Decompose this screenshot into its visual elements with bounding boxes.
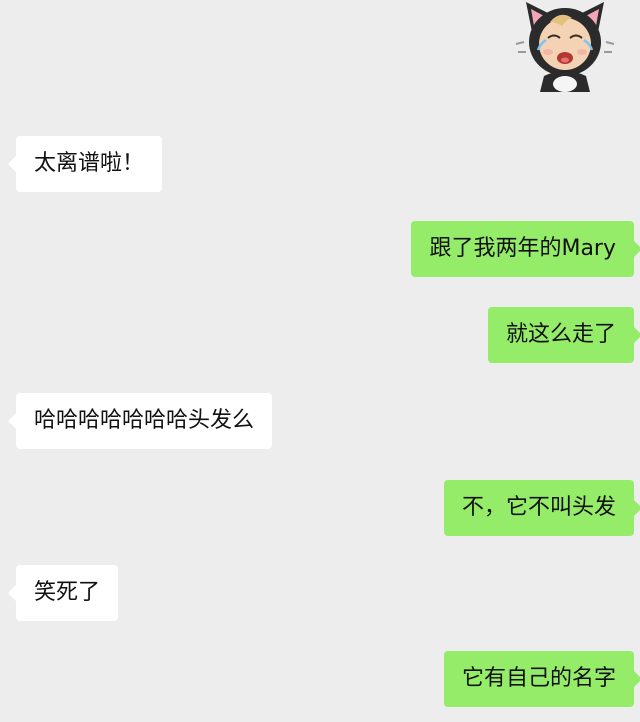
message-text: 它有自己的名字: [461, 666, 616, 691]
outgoing-message-bubble[interactable]: 不，它不叫头发: [443, 480, 640, 536]
outgoing-message[interactable]: 它有自己的名字: [443, 651, 640, 707]
message-text: 哈哈哈哈哈哈哈头发么: [34, 408, 255, 433]
incoming-message[interactable]: 笑死了: [7, 565, 119, 621]
chat-area[interactable]: 太离谱啦！ 跟了我两年的Mary 就这么走了 哈哈哈哈哈哈哈头发么 不，它不叫头…: [0, 0, 640, 722]
incoming-message-bubble[interactable]: 哈哈哈哈哈哈哈头发么: [7, 393, 273, 449]
message-text: 跟了我两年的Mary: [429, 236, 616, 261]
incoming-message[interactable]: 太离谱啦！: [7, 136, 163, 192]
incoming-message-bubble[interactable]: 笑死了: [7, 565, 119, 621]
message-text: 就这么走了: [505, 322, 616, 347]
incoming-message-bubble[interactable]: 太离谱啦！: [7, 136, 163, 192]
crying-baby-cat-sticker-icon[interactable]: [510, 0, 620, 92]
message-text: 太离谱啦！: [34, 151, 145, 176]
outgoing-message[interactable]: 不，它不叫头发: [443, 480, 640, 536]
outgoing-message[interactable]: 就这么走了: [487, 307, 640, 363]
incoming-message[interactable]: 哈哈哈哈哈哈哈头发么: [7, 393, 273, 449]
message-text: 笑死了: [34, 580, 101, 605]
outgoing-message-bubble[interactable]: 它有自己的名字: [443, 651, 640, 707]
outgoing-message-bubble[interactable]: 跟了我两年的Mary: [411, 221, 640, 277]
outgoing-message-bubble[interactable]: 就这么走了: [487, 307, 640, 363]
message-text: 不，它不叫头发: [461, 495, 616, 520]
outgoing-message[interactable]: 跟了我两年的Mary: [411, 221, 640, 277]
